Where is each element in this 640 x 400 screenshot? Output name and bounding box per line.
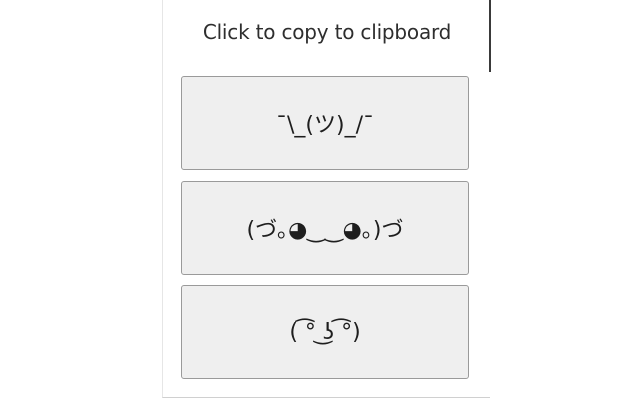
hug-emoticon: (づ｡◕‿‿◕｡)づ	[246, 218, 404, 243]
popup-title: Click to copy to clipboard	[202, 20, 452, 44]
copy-hug-button[interactable]: (づ｡◕‿‿◕｡)づ	[181, 181, 469, 275]
shrug-emoticon: ¯\_(ツ)_/¯	[276, 113, 374, 138]
copy-shrug-button[interactable]: ¯\_(ツ)_/¯	[181, 76, 469, 170]
clipboard-popup: Click to copy to clipboard ¯\_(ツ)_/¯ (づ｡…	[162, 0, 491, 398]
lenny-emoticon: ( ͡° ͜ʖ ͡°)	[289, 319, 361, 345]
copy-lenny-button[interactable]: ( ͡° ͜ʖ ͡°)	[181, 285, 469, 379]
